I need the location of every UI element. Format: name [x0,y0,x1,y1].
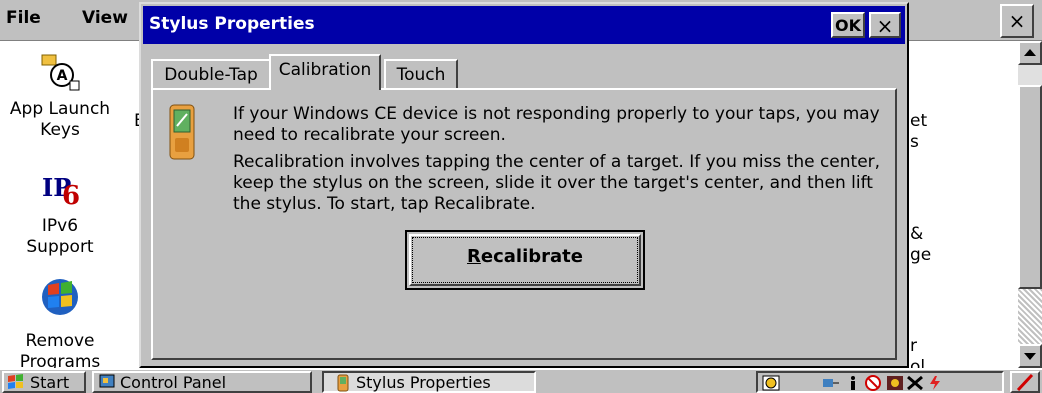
stylus-properties-dialog: Stylus Properties OK × Double-Tap Calibr… [139,2,909,368]
scroll-thumb[interactable] [1018,85,1042,289]
ok-button[interactable]: OK [831,12,865,38]
menu-file[interactable]: File [6,8,41,28]
start-button[interactable]: Start [2,371,86,393]
keyboard-icon[interactable] [762,375,780,391]
recalibrate-button[interactable]: Recalibrate [405,230,645,290]
menu-view[interactable]: View [82,8,128,28]
tab-label: Double-Tap [164,65,258,85]
dialog-title: Stylus Properties [149,14,315,34]
app-launch-keys-icon: A [41,54,80,91]
stylus-icon [1016,373,1034,391]
pda-device-icon [169,104,195,160]
windows-logo-icon [42,279,78,315]
info-icon[interactable] [844,375,862,391]
close-button[interactable]: × [869,12,901,38]
task-label: Control Panel [120,373,227,392]
stylus-tray-button[interactable] [1010,371,1040,393]
disconnect-icon[interactable] [906,375,924,391]
vertical-scrollbar[interactable] [1018,41,1042,368]
scroll-up-button[interactable] [1018,41,1042,65]
partial-item-label: r [910,336,917,356]
battery-icon[interactable] [926,375,944,391]
task-control-panel[interactable]: Control Panel [92,371,312,393]
windows-flag-icon [8,374,23,389]
app-icon[interactable] [886,375,904,391]
task-stylus-properties[interactable]: Stylus Properties [322,371,536,393]
ipv6-icon: IP 6 [42,173,80,208]
item-label: IPv6 [41,216,79,236]
taskbar: Start Control Panel Stylus Properties [0,368,1042,393]
scroll-down-button[interactable] [1018,344,1042,368]
control-panel-icon [99,374,115,388]
pda-device-icon [337,374,349,392]
svg-text:A: A [57,68,68,84]
task-label: Stylus Properties [356,373,491,392]
partial-item-label: ge [910,245,932,265]
tab-double-tap[interactable]: Double-Tap [151,59,271,89]
item-label: Keys [40,120,80,140]
calibration-description: If your Windows CE device is not respond… [233,104,880,145]
network-icon[interactable] [822,375,840,391]
arrow-down-icon [1024,353,1036,360]
tab-label: Calibration [278,60,372,80]
ipv6-support-item[interactable]: IP 6 IPv6 Support [0,166,120,258]
partial-item-label: et [910,111,928,131]
tab-label: Touch [396,65,446,85]
arrow-up-icon [1024,49,1036,56]
partial-item-label: ol [910,357,926,368]
recalibrate-label: Recalibrate [467,246,583,267]
app-launch-keys-item[interactable]: A App Launch Keys [0,53,120,141]
item-label: Remove [25,331,95,351]
dialog-title-bar[interactable]: Stylus Properties OK × [143,6,905,44]
item-label: Programs [19,352,101,368]
control-panel-close-button[interactable]: × [1000,4,1034,38]
remove-programs-item[interactable]: Remove Programs [0,273,120,368]
partial-item-label: & [910,224,924,244]
system-tray [756,371,1004,393]
item-label: App Launch [9,99,111,119]
start-label: Start [30,373,70,392]
tab-calibration[interactable]: Calibration [269,54,381,90]
partial-item-label: s [910,132,919,152]
svg-text:6: 6 [62,181,80,208]
scroll-track[interactable] [1018,289,1042,347]
tab-touch[interactable]: Touch [384,59,458,89]
no-sync-icon[interactable] [864,375,882,391]
recalibration-instructions: Recalibration involves tapping the cente… [233,152,881,214]
item-label: Support [26,237,94,257]
